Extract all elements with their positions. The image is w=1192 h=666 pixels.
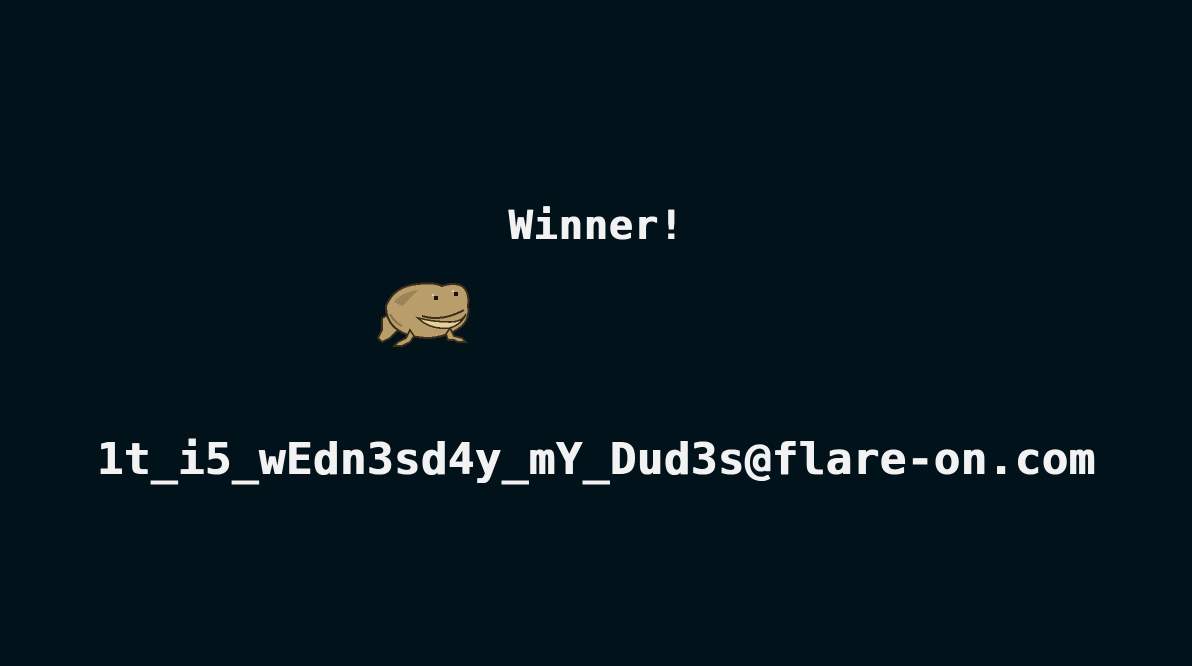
game-canvas: Winner! 1t_i5_wEdn3sd4y_mY_Dud3s@flare-o… xyxy=(0,0,1192,666)
flag-text: 1t_i5_wEdn3sd4y_mY_Dud3s@flare-on.com xyxy=(96,434,1096,485)
winner-title: Winner! xyxy=(508,203,684,249)
frog-sprite-icon xyxy=(376,282,470,347)
